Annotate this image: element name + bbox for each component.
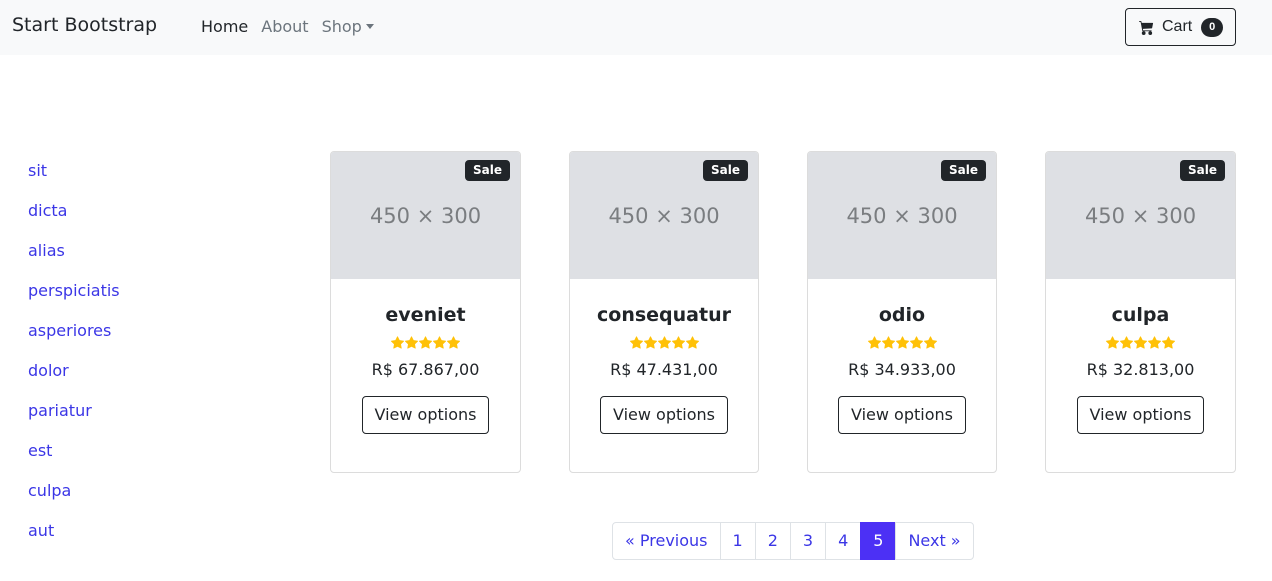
star-icon xyxy=(895,336,909,349)
star-icon xyxy=(1148,336,1161,349)
product-price: R$ 67.867,00 xyxy=(371,360,480,379)
sidebar-item[interactable]: dicta xyxy=(28,200,120,240)
sidebar-item[interactable]: asperiores xyxy=(28,320,120,360)
star-icon xyxy=(1120,336,1133,349)
product-price: R$ 34.933,00 xyxy=(848,360,956,379)
product-name: culpa xyxy=(1111,304,1170,326)
star-icon xyxy=(1106,336,1119,349)
star-icon xyxy=(867,336,881,349)
star-rating xyxy=(331,336,520,352)
product-card: 450 × 300 Sale eveniet R$ 67.867,00 View… xyxy=(330,151,521,473)
star-icon xyxy=(923,336,937,349)
star-icon xyxy=(447,336,460,349)
product-price: R$ 47.431,00 xyxy=(610,360,718,379)
star-icon xyxy=(881,336,895,349)
pagination-page[interactable]: 2 xyxy=(754,522,791,560)
star-icon xyxy=(433,336,446,349)
star-icon xyxy=(629,336,643,349)
star-rating xyxy=(570,336,758,352)
nav-link-home[interactable]: Home xyxy=(201,17,248,36)
product-name: eveniet xyxy=(385,304,466,326)
pagination-page[interactable]: 4 xyxy=(825,522,862,560)
pagination-page-active[interactable]: 5 xyxy=(860,522,897,560)
cart-label: Cart xyxy=(1162,18,1193,35)
product-card: 450 × 300 Sale consequatur R$ 47.431,00 … xyxy=(569,151,759,473)
star-icon xyxy=(657,336,671,349)
star-icon xyxy=(671,336,685,349)
pagination-previous[interactable]: « Previous xyxy=(612,522,721,560)
nav-links: Home About Shop xyxy=(201,17,387,36)
sidebar-item[interactable]: pariatur xyxy=(28,400,120,440)
caret-down-icon xyxy=(365,24,374,29)
star-rating xyxy=(1046,336,1235,352)
product-name: consequatur xyxy=(597,304,731,326)
star-rating xyxy=(808,336,996,352)
sale-badge: Sale xyxy=(465,160,510,181)
sidebar: sit dicta alias perspiciatis asperiores … xyxy=(28,160,120,560)
product-grid: 450 × 300 Sale eveniet R$ 67.867,00 View… xyxy=(330,151,1236,473)
card-body: eveniet R$ 67.867,00 View options xyxy=(331,279,520,434)
pagination-next[interactable]: Next » xyxy=(895,522,974,560)
star-icon xyxy=(405,336,418,349)
nav-link-about[interactable]: About xyxy=(261,17,308,36)
view-options-button[interactable]: View options xyxy=(838,396,966,434)
product-card: 450 × 300 Sale odio R$ 34.933,00 View op… xyxy=(807,151,997,473)
product-name: odio xyxy=(878,304,926,326)
cart-icon xyxy=(1139,20,1154,35)
card-body: odio R$ 34.933,00 View options xyxy=(808,279,996,434)
sidebar-item[interactable]: sit xyxy=(28,160,120,200)
sidebar-item[interactable]: dolor xyxy=(28,360,120,400)
star-icon xyxy=(685,336,699,349)
view-options-button[interactable]: View options xyxy=(361,396,490,434)
pagination-page[interactable]: 1 xyxy=(719,522,756,560)
cart-button[interactable]: Cart 0 xyxy=(1125,8,1236,46)
sidebar-item[interactable]: est xyxy=(28,440,120,480)
star-icon xyxy=(391,336,404,349)
star-icon xyxy=(909,336,923,349)
product-card: 450 × 300 Sale culpa R$ 32.813,00 View o… xyxy=(1045,151,1236,473)
star-icon xyxy=(1162,336,1175,349)
brand-link[interactable]: Start Bootstrap xyxy=(12,14,157,36)
sale-badge: Sale xyxy=(1180,160,1225,181)
navbar: Start Bootstrap Home About Shop Cart 0 xyxy=(0,0,1272,55)
sidebar-item[interactable]: aut xyxy=(28,520,120,560)
pagination: « Previous 1 2 3 4 5 Next » xyxy=(612,522,974,560)
star-icon xyxy=(1134,336,1147,349)
star-icon xyxy=(419,336,432,349)
pagination-page[interactable]: 3 xyxy=(789,522,827,560)
sidebar-item[interactable]: alias xyxy=(28,240,120,280)
product-price: R$ 32.813,00 xyxy=(1086,360,1195,379)
sale-badge: Sale xyxy=(703,160,748,181)
nav-link-shop-label: Shop xyxy=(321,17,362,36)
view-options-button[interactable]: View options xyxy=(600,396,728,434)
cart-count-badge: 0 xyxy=(1201,17,1224,37)
card-body: consequatur R$ 47.431,00 View options xyxy=(570,279,758,434)
view-options-button[interactable]: View options xyxy=(1076,396,1205,434)
star-icon xyxy=(643,336,657,349)
sidebar-item[interactable]: culpa xyxy=(28,480,120,520)
card-body: culpa R$ 32.813,00 View options xyxy=(1046,279,1235,434)
sale-badge: Sale xyxy=(941,160,986,181)
nav-link-shop-dropdown[interactable]: Shop xyxy=(322,17,374,36)
sidebar-item[interactable]: perspiciatis xyxy=(28,280,120,320)
